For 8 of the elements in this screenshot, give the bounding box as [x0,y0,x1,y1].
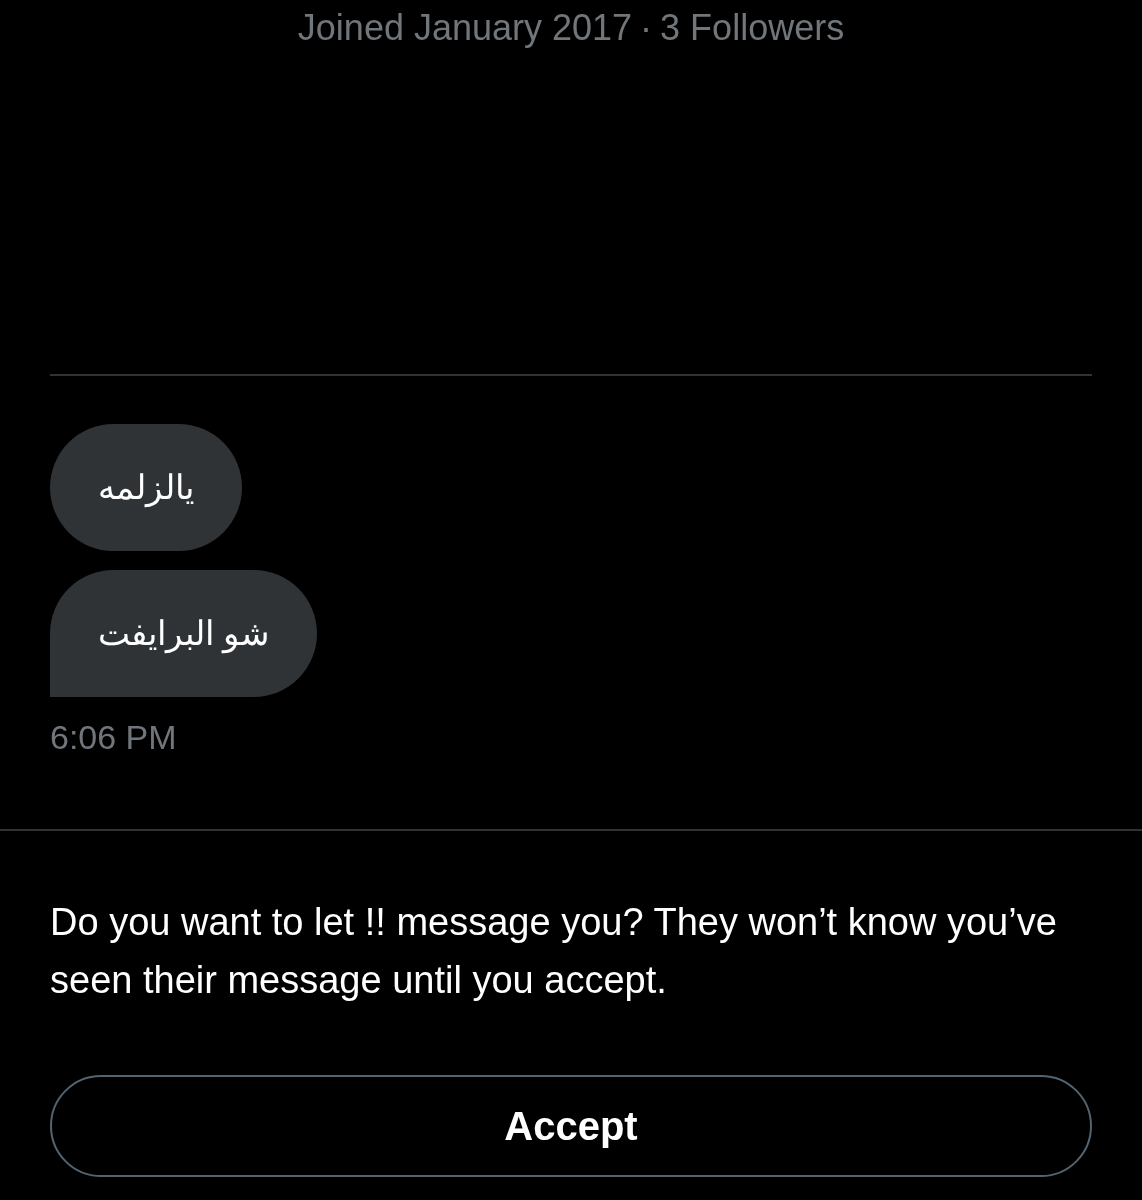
joined-date: Joined January 2017 [297,6,633,50]
separator-dot: · [640,6,653,50]
request-prompt: Do you want to let !! message you? They won’t know you’ve seen their message until you accept. [50,900,1058,1003]
message-bubble: يالزلمه [50,424,242,551]
accept-button[interactable]: Accept [50,1075,1092,1177]
message-time: 6:06 PM [50,717,177,758]
followers-count: 3 Followers [660,6,845,50]
message-bubble: شو البرايفت [50,570,318,697]
